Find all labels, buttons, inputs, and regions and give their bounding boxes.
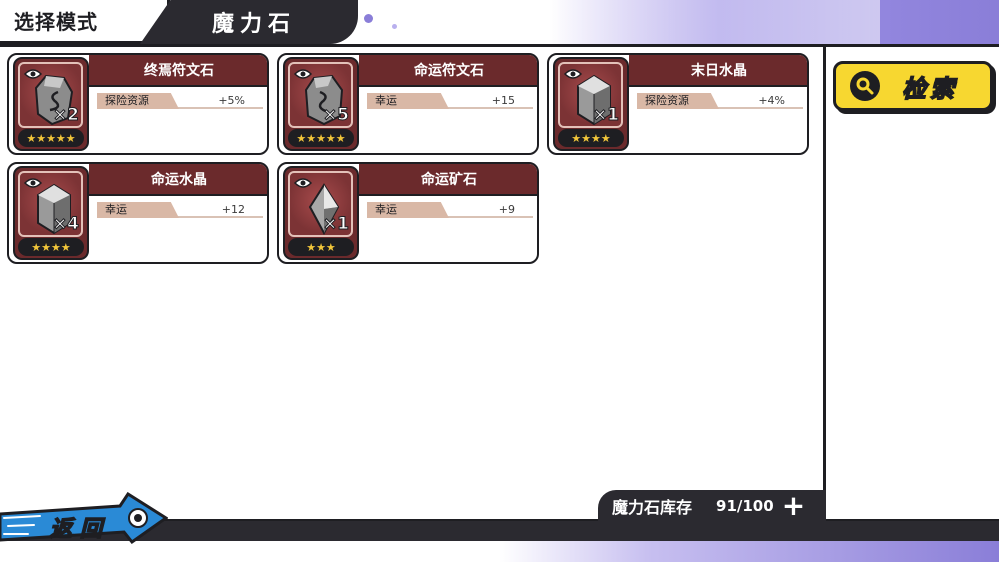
back-label: 返回 [49, 516, 111, 543]
star-rating: ★★★ [288, 238, 354, 256]
inventory-label: 魔力石库存 [612, 498, 693, 517]
star-rating: ★★★★★ [288, 129, 354, 147]
star-rating: ★★★★ [18, 238, 84, 256]
side-panel [826, 44, 999, 520]
item-thumbnail: ×2 ★★★★★ [13, 57, 89, 151]
stat-value: +12 [221, 203, 245, 216]
item-count: ×1 [592, 105, 619, 126]
item-count: ×2 [52, 105, 79, 126]
item-name: 命运符文石 [359, 55, 537, 87]
item-count: ×4 [52, 214, 79, 235]
stat-value: +5% [218, 94, 245, 107]
item-card[interactable]: ×4 ★★★★ 命运水晶 幸运 +12 [7, 162, 269, 264]
stat-value: +9 [498, 203, 515, 216]
item-stat: 幸运 +15 [367, 93, 533, 109]
item-thumbnail: ×5 ★★★★★ [283, 57, 359, 151]
item-name: 终焉符文石 [89, 55, 267, 87]
item-card[interactable]: ×5 ★★★★★ 命运符文石 幸运 +15 [277, 53, 539, 155]
item-stat: 探险资源 +4% [637, 93, 803, 109]
inventory-value: 91/100 [716, 497, 774, 515]
item-card[interactable]: ×2 ★★★★★ 终焉符文石 探险资源 +5% [7, 53, 269, 155]
stat-label: 幸运 [367, 202, 449, 218]
search-label: 检索 [901, 74, 958, 104]
item-card[interactable]: ×1 ★★★ 命运矿石 幸运 +9 [277, 162, 539, 264]
search-icon [850, 71, 880, 101]
stat-label: 探险资源 [97, 93, 179, 109]
item-count: ×5 [322, 105, 349, 126]
back-button[interactable]: 返回 [0, 492, 168, 550]
mode-select-tab[interactable]: 选择模式 [0, 0, 170, 44]
stat-label: 探险资源 [637, 93, 719, 109]
stat-value: +15 [491, 94, 515, 107]
item-count: ×1 [322, 214, 349, 235]
star-rating: ★★★★★ [18, 129, 84, 147]
stat-label: 幸运 [367, 93, 449, 109]
star-rating: ★★★★ [558, 129, 624, 147]
item-name: 命运水晶 [89, 164, 267, 196]
inventory-counter: 魔力石库存 91/100 + [598, 490, 826, 522]
item-stat: 幸运 +9 [367, 202, 533, 218]
item-card[interactable]: ×1 ★★★★ 末日水晶 探险资源 +4% [547, 53, 809, 155]
item-thumbnail: ×1 ★★★★ [553, 57, 629, 151]
page-title: 魔力石 [140, 0, 358, 44]
add-capacity-button[interactable]: + [782, 492, 805, 520]
item-thumbnail: ×4 ★★★★ [13, 166, 89, 260]
item-thumbnail: ×1 ★★★ [283, 166, 359, 260]
decor-dot [392, 24, 397, 29]
top-decoration [360, 0, 880, 46]
item-name: 末日水晶 [629, 55, 807, 87]
decor-dot [364, 14, 373, 23]
item-name: 命运矿石 [359, 164, 537, 196]
item-stat: 幸运 +12 [97, 202, 263, 218]
stat-label: 幸运 [97, 202, 179, 218]
item-stat: 探险资源 +5% [97, 93, 263, 109]
stat-value: +4% [758, 94, 785, 107]
search-button[interactable]: 检索 [833, 61, 993, 111]
